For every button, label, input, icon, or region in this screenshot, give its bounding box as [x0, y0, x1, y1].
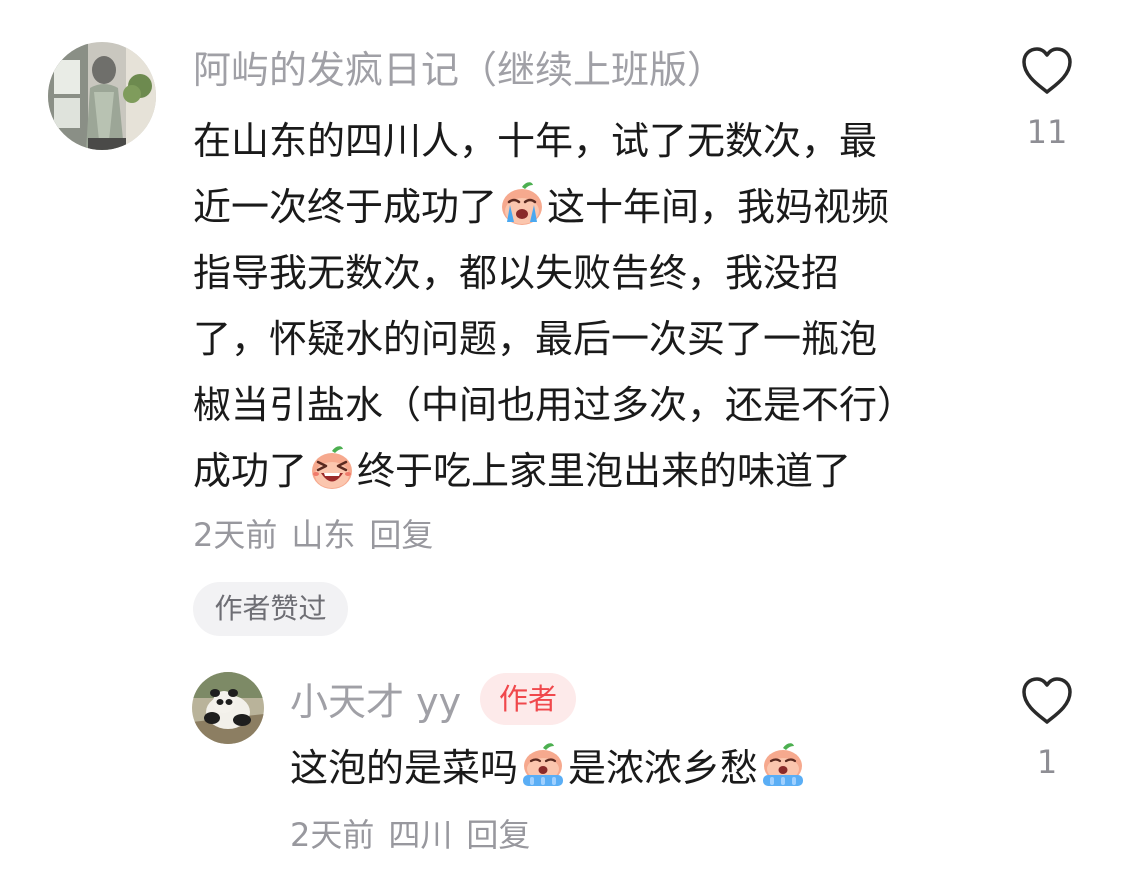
- reply-text-segment: 这泡的是菜吗: [290, 746, 519, 790]
- like-group: 11: [1007, 46, 1087, 152]
- comment-line: 椒当引盐水（中间也用过多次，还是不行）: [193, 372, 983, 438]
- like-count: 11: [1026, 113, 1068, 151]
- like-count: 1: [1036, 743, 1058, 781]
- comment-line: 在山东的四川人，十年，试了无数次，最: [193, 108, 983, 174]
- crying-face-emoji: [497, 178, 547, 228]
- reply-button[interactable]: 回复: [369, 516, 433, 554]
- comment-text-segment: 这十年间，我妈视频: [547, 185, 890, 229]
- like-group: 1: [1007, 676, 1087, 782]
- reply-button[interactable]: 回复: [466, 816, 530, 854]
- comment-line: 成功了 终于吃上家里泡出来的味道了: [193, 438, 983, 504]
- username[interactable]: 阿屿的发疯日记（继续上班版）: [193, 46, 725, 94]
- reply-time: 2天前: [290, 816, 375, 854]
- comment-line: 了，怀疑水的问题，最后一次买了一瓶泡: [193, 306, 983, 372]
- laughing-face-emoji: [307, 442, 357, 492]
- avatar[interactable]: [48, 42, 156, 150]
- avatar[interactable]: [192, 672, 264, 744]
- username[interactable]: 小天才 yy: [290, 678, 461, 726]
- reply-text-segment: 是浓浓乡愁: [568, 746, 759, 790]
- reply-meta: 2天前 四川 回复: [290, 815, 530, 855]
- comment-meta: 2天前 山东 回复: [193, 515, 433, 555]
- heart-icon[interactable]: [1020, 46, 1074, 96]
- comment-text: 在山东的四川人，十年，试了无数次，最 近一次终于成功了 这十年间，我妈视频 指导…: [193, 108, 983, 504]
- author-badge: 作者: [480, 673, 576, 725]
- sobbing-face-emoji: [758, 739, 808, 789]
- comment-time: 2天前: [193, 516, 278, 554]
- comment-line: 指导我无数次，都以失败告终，我没招: [193, 240, 983, 306]
- comment-line: 近一次终于成功了 这十年间，我妈视频: [193, 174, 983, 240]
- reply-location: 四川: [388, 816, 453, 854]
- comment-text-segment: 椒当引盐水（中间也用过多次，还是不行）: [193, 383, 916, 427]
- comment-text-segment: 近一次终于成功了: [193, 185, 498, 229]
- sobbing-face-emoji: [518, 739, 568, 789]
- comment-text-segment: 在山东的四川人，十年，试了无数次，最: [193, 119, 878, 163]
- comment-text-segment: 终于吃上家里泡出来的味道了: [357, 449, 852, 493]
- author-liked-chip: 作者赞过: [193, 582, 348, 636]
- comment-text-segment: 指导我无数次，都以失败告终，我没招: [193, 251, 840, 295]
- heart-icon[interactable]: [1020, 676, 1074, 726]
- comment-location: 山东: [291, 516, 356, 554]
- comment-text-segment: 成功了: [193, 449, 308, 493]
- reply-text: 这泡的是菜吗 是浓浓乡愁: [290, 738, 808, 798]
- comment-text-segment: 了，怀疑水的问题，最后一次买了一瓶泡: [193, 317, 878, 361]
